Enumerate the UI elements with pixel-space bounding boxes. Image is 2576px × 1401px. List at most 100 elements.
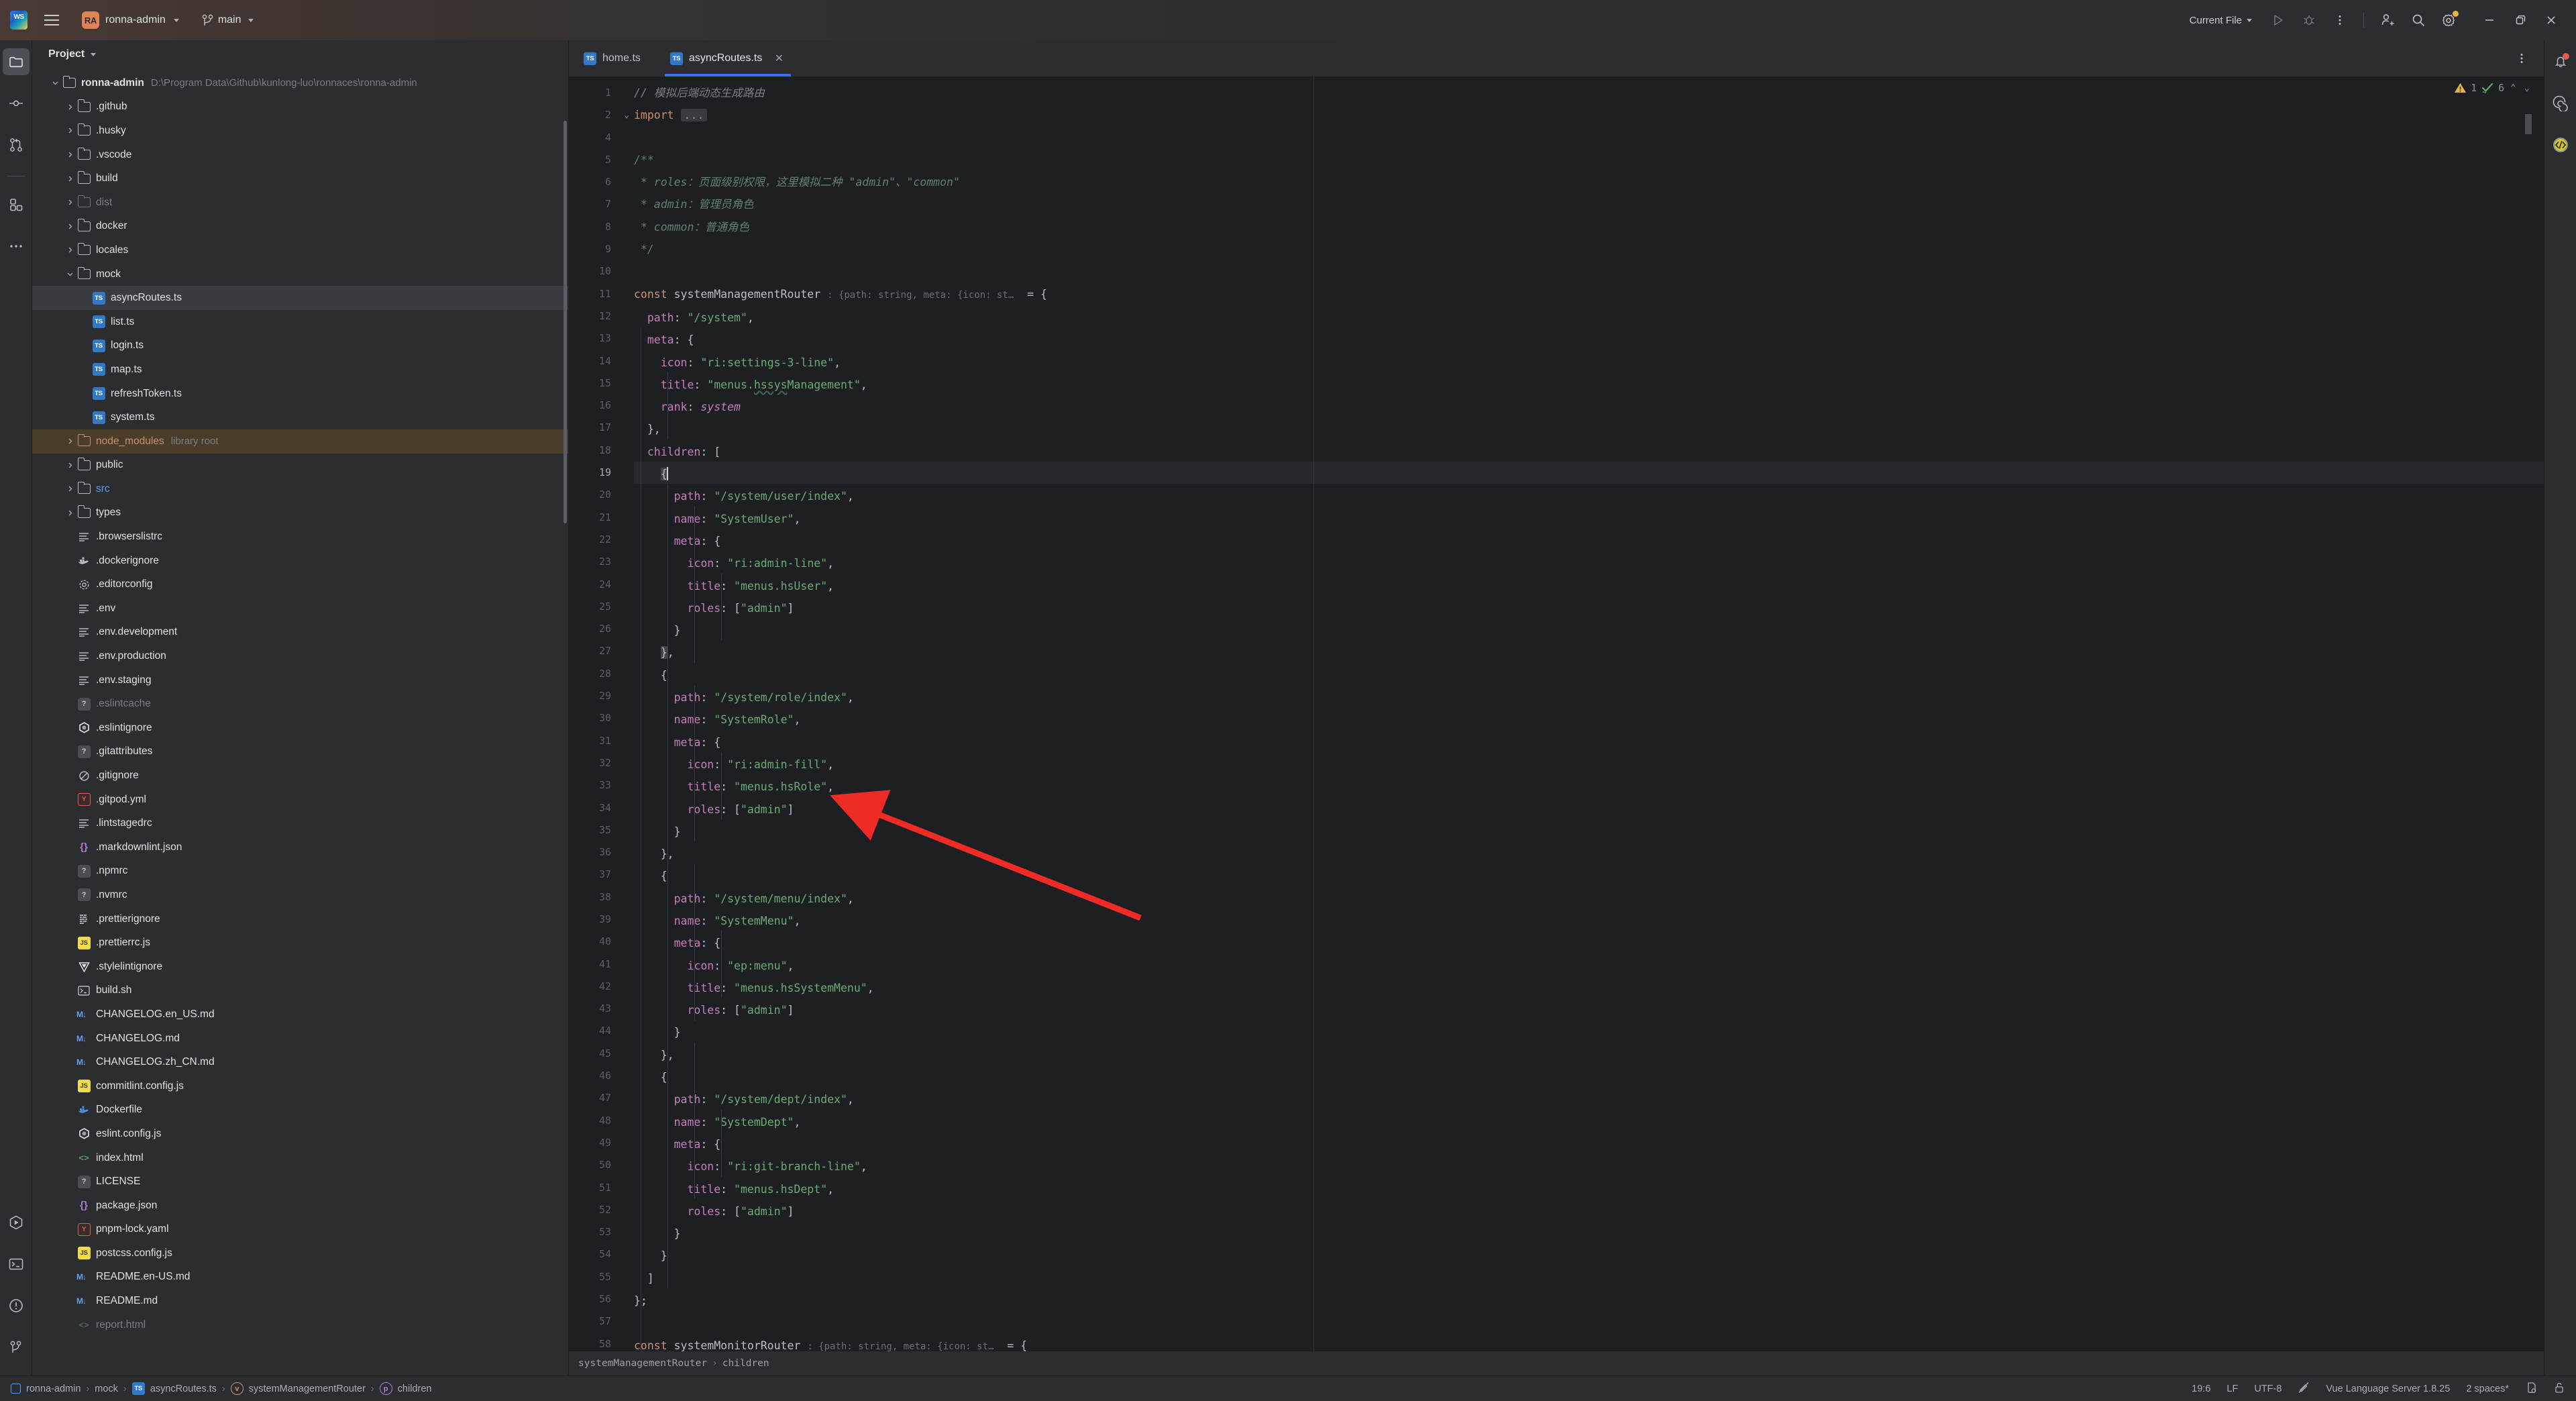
tree-item-changelog-md[interactable]: M↓ CHANGELOG.md [32, 1027, 568, 1051]
code-line[interactable]: roles: ["admin"] [634, 597, 2544, 619]
tree-item--prettierignore[interactable]: .prettierignore [32, 907, 568, 931]
code-content[interactable]: // 模拟后端动态生成路由 import ... /** * roles：页面级别… [634, 76, 2544, 1351]
sidebar-item-more-tool-windows[interactable] [3, 233, 30, 260]
tree-item-build[interactable]: build [32, 166, 568, 191]
editor-scrollbar[interactable] [2525, 114, 2532, 134]
tree-item--env-development[interactable]: .env.development [32, 621, 568, 645]
code-line[interactable]: icon: "ri:git-branch-line", [634, 1155, 2544, 1178]
caret-position[interactable]: 19:6 [2192, 1384, 2210, 1394]
tree-item--eslintcache[interactable]: ? .eslintcache [32, 692, 568, 716]
chevron-right-icon[interactable] [63, 435, 76, 448]
minimize-button[interactable] [2474, 5, 2505, 36]
tree-item-public[interactable]: public [32, 454, 568, 478]
code-line[interactable]: } [634, 1245, 2544, 1267]
sidebar-item-terminal[interactable] [3, 1251, 30, 1278]
tree-item--markdownlint-json[interactable]: {} .markdownlint.json [32, 835, 568, 860]
code-line[interactable]: }, [634, 641, 2544, 664]
hamburger-menu-icon[interactable] [36, 5, 67, 36]
tree-item--env-production[interactable]: .env.production [32, 644, 568, 668]
tab-asyncroutes-ts[interactable]: TS asyncRoutes.ts ✕ [655, 40, 801, 76]
breadcrumb-item[interactable]: systemManagementRouter [578, 1358, 707, 1369]
tree-item-refreshtoken-ts[interactable]: TS refreshToken.ts [32, 382, 568, 406]
code-line[interactable]: name: "SystemUser", [634, 508, 2544, 530]
tree-item-docker[interactable]: docker [32, 215, 568, 239]
code-line[interactable]: icon: "ri:settings-3-line", [634, 352, 2544, 374]
project-tree[interactable]: ronna-admin D:\Program Data\Github\kunlon… [32, 68, 568, 1376]
status-crumb-folder[interactable]: mock [95, 1384, 118, 1394]
tree-item-changelog-en-us-md[interactable]: M↓ CHANGELOG.en_US.md [32, 1002, 568, 1027]
tree-item-commitlint-config-js[interactable]: JS commitlint.config.js [32, 1074, 568, 1098]
tree-item-eslint-config-js[interactable]: eslint.config.js [32, 1122, 568, 1146]
tree-item--vscode[interactable]: .vscode [32, 143, 568, 167]
code-line[interactable]: title: "menus.hsRole", [634, 776, 2544, 798]
branch-selector[interactable]: main [197, 11, 259, 30]
tree-item-map-ts[interactable]: TS map.ts [32, 358, 568, 382]
sidebar-item-plugins[interactable] [3, 191, 30, 218]
code-line[interactable]: } [634, 1223, 2544, 1245]
code-line[interactable]: { [634, 463, 2544, 485]
tree-item--gitattributes[interactable]: ? .gitattributes [32, 740, 568, 764]
tree-item-report-html[interactable]: <> report.html [32, 1313, 568, 1337]
editor-breadcrumb[interactable]: systemManagementRouter › children [569, 1351, 2544, 1376]
project-scrollbar[interactable] [564, 121, 567, 523]
tab-home-ts[interactable]: TS home.ts [569, 40, 655, 76]
chevron-down-icon[interactable] [63, 268, 76, 281]
chevron-down-icon[interactable]: ⌄ [2522, 83, 2532, 93]
tree-item-build-sh[interactable]: build.sh [32, 979, 568, 1003]
chevron-right-icon[interactable] [63, 244, 76, 257]
code-line[interactable]: * common：普通角色 [634, 216, 2544, 238]
tree-item--dockerignore[interactable]: .dockerignore [32, 549, 568, 573]
chevron-right-icon[interactable] [63, 482, 76, 496]
code-line[interactable]: meta: { [634, 1133, 2544, 1155]
code-line[interactable]: icon: "ep:menu", [634, 955, 2544, 977]
code-editor[interactable]: 1 2 4 5 6 7 8 9 10 11 12 13 14 15 16 17 18 19 20 21 22 23 24 25… [569, 76, 2544, 1351]
share-project-button[interactable] [2372, 5, 2403, 36]
sidebar-item-project[interactable] [2, 48, 30, 75]
tree-item-system-ts[interactable]: TS system.ts [32, 405, 568, 429]
chevron-down-icon[interactable] [48, 76, 62, 90]
tree-item-readme-md[interactable]: M↓ README.md [32, 1289, 568, 1313]
tree-item-mock[interactable]: mock [32, 262, 568, 287]
tree-item--github[interactable]: .github [32, 95, 568, 119]
tree-item--stylelintignore[interactable]: .stylelintignore [32, 955, 568, 979]
code-folding-gutter[interactable]: ⌄ [619, 76, 634, 1351]
code-line[interactable]: }, [634, 418, 2544, 440]
code-line[interactable]: title: "menus.hsDept", [634, 1178, 2544, 1200]
tree-item--env[interactable]: .env [32, 596, 568, 621]
code-line[interactable]: { [634, 1066, 2544, 1088]
tree-item--eslintignore[interactable]: .eslintignore [32, 716, 568, 740]
tree-item--husky[interactable]: .husky [32, 119, 568, 143]
chevron-right-icon[interactable] [63, 148, 76, 162]
sidebar-item-pull-requests[interactable] [3, 132, 30, 158]
sidebar-item-ai-assistant[interactable] [2547, 90, 2574, 117]
language-server-status[interactable]: Vue Language Server 1.8.25 [2326, 1384, 2450, 1394]
run-configuration-selector[interactable]: Current File [2183, 11, 2259, 30]
code-line[interactable]: icon: "ri:admin-fill", [634, 754, 2544, 776]
code-line[interactable]: roles: ["admin"] [634, 999, 2544, 1021]
code-line[interactable]: ] [634, 1267, 2544, 1290]
code-line[interactable]: { [634, 664, 2544, 686]
debug-button[interactable] [2294, 5, 2324, 36]
code-line[interactable]: * roles：页面级别权限，这里模拟二种 "admin"、"common" [634, 171, 2544, 193]
chevron-right-icon[interactable] [63, 219, 76, 233]
sidebar-item-run[interactable] [3, 1209, 30, 1236]
code-line[interactable]: { [634, 865, 2544, 887]
code-line[interactable]: }, [634, 843, 2544, 865]
code-line[interactable]: meta: { [634, 731, 2544, 754]
tree-item--browserslistrc[interactable]: .browserslistrc [32, 525, 568, 549]
tree-item-list-ts[interactable]: TS list.ts [32, 310, 568, 334]
code-line[interactable]: roles: ["admin"] [634, 798, 2544, 821]
status-crumb-file[interactable]: asyncRoutes.ts [150, 1384, 217, 1394]
file-encoding[interactable]: UTF-8 [2254, 1384, 2282, 1394]
tree-item--nvmrc[interactable]: ? .nvmrc [32, 883, 568, 907]
tree-item-pnpm-lock-yaml[interactable]: Ypnpm-lock.yaml [32, 1218, 568, 1242]
code-line[interactable]: const systemMonitorRouter : {path: strin… [634, 1335, 2544, 1351]
code-line[interactable]: roles: ["admin"] [634, 1200, 2544, 1223]
code-line[interactable]: name: "SystemRole", [634, 709, 2544, 731]
close-icon[interactable]: ✕ [772, 52, 786, 65]
maximize-button[interactable] [2505, 5, 2536, 36]
tree-item-package-json[interactable]: {} package.json [32, 1194, 568, 1218]
status-crumb-variable[interactable]: systemManagementRouter [249, 1384, 366, 1394]
code-line[interactable]: const systemManagementRouter : {path: st… [634, 283, 2544, 307]
status-crumb-project[interactable]: ronna-admin [26, 1384, 80, 1394]
